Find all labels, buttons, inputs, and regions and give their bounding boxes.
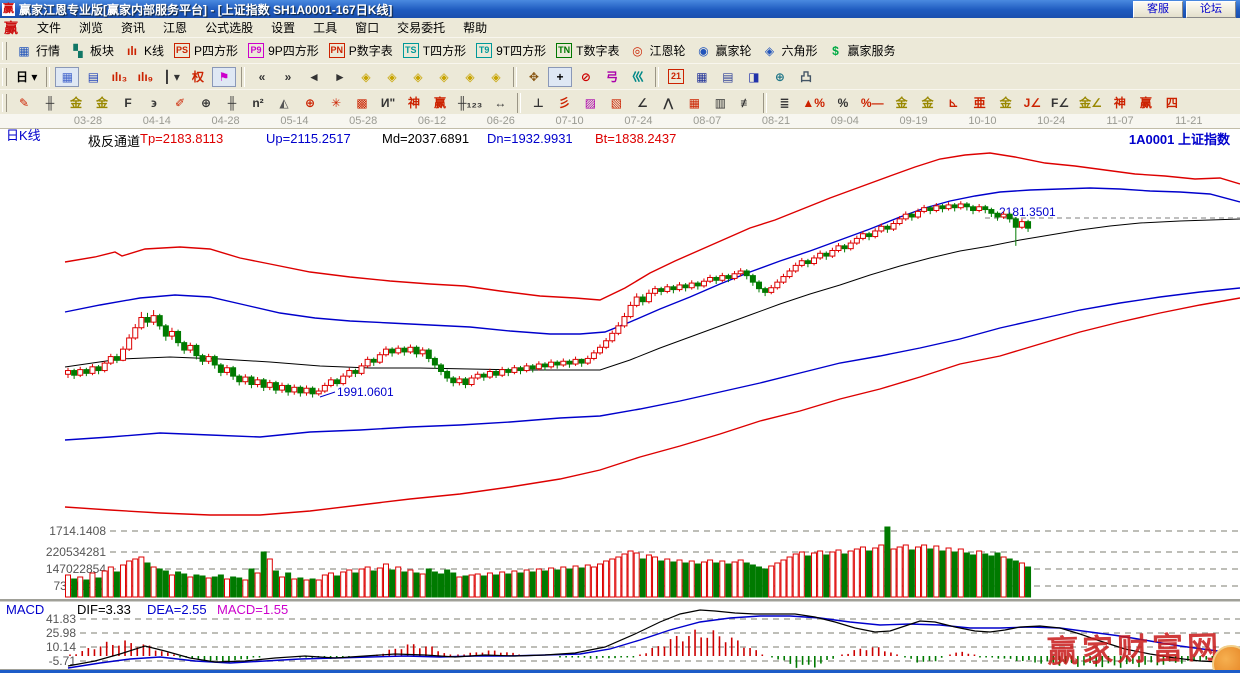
indicator-value: Up=2115.2517 — [266, 131, 351, 146]
symbol-label: 1A0001 上证指数 — [1129, 129, 1230, 148]
macd-header-value: MACD — [6, 602, 44, 617]
indicator-value: Dn=1932.9931 — [487, 131, 573, 146]
svg-text:10.14: 10.14 — [46, 640, 76, 654]
svg-text:220534281: 220534281 — [46, 545, 106, 559]
svg-text:41.83: 41.83 — [46, 612, 76, 626]
watermark-text: 赢家财富网 — [1046, 622, 1222, 672]
svg-text:147022854: 147022854 — [46, 562, 106, 576]
svg-text:-5.71: -5.71 — [49, 654, 77, 668]
indicator-value: Md=2037.6891 — [382, 131, 469, 146]
winner-gann-app-window: 赢 赢家江恩专业版[赢家内部服务平台] - [上证指数 SH1A0001-167… — [0, 0, 1240, 673]
period-label[interactable]: 日K线 — [6, 125, 41, 144]
macd-header-value: MACD=1.55 — [217, 602, 288, 617]
macd-header-value: DEA=2.55 — [147, 602, 207, 617]
candlestick-chart-canvas[interactable]: 1714.14082205342811470228547351142741.83… — [0, 0, 1240, 673]
svg-text:1714.1408: 1714.1408 — [49, 524, 106, 538]
indicator-value: Bt=1838.2437 — [595, 131, 676, 146]
indicator-name[interactable]: 极反通道 — [88, 131, 140, 150]
svg-text:1991.0601: 1991.0601 — [337, 385, 394, 399]
svg-text:25.98: 25.98 — [46, 626, 76, 640]
indicator-value: Tp=2183.8113 — [140, 131, 223, 146]
macd-header-value: DIF=3.33 — [77, 602, 131, 617]
